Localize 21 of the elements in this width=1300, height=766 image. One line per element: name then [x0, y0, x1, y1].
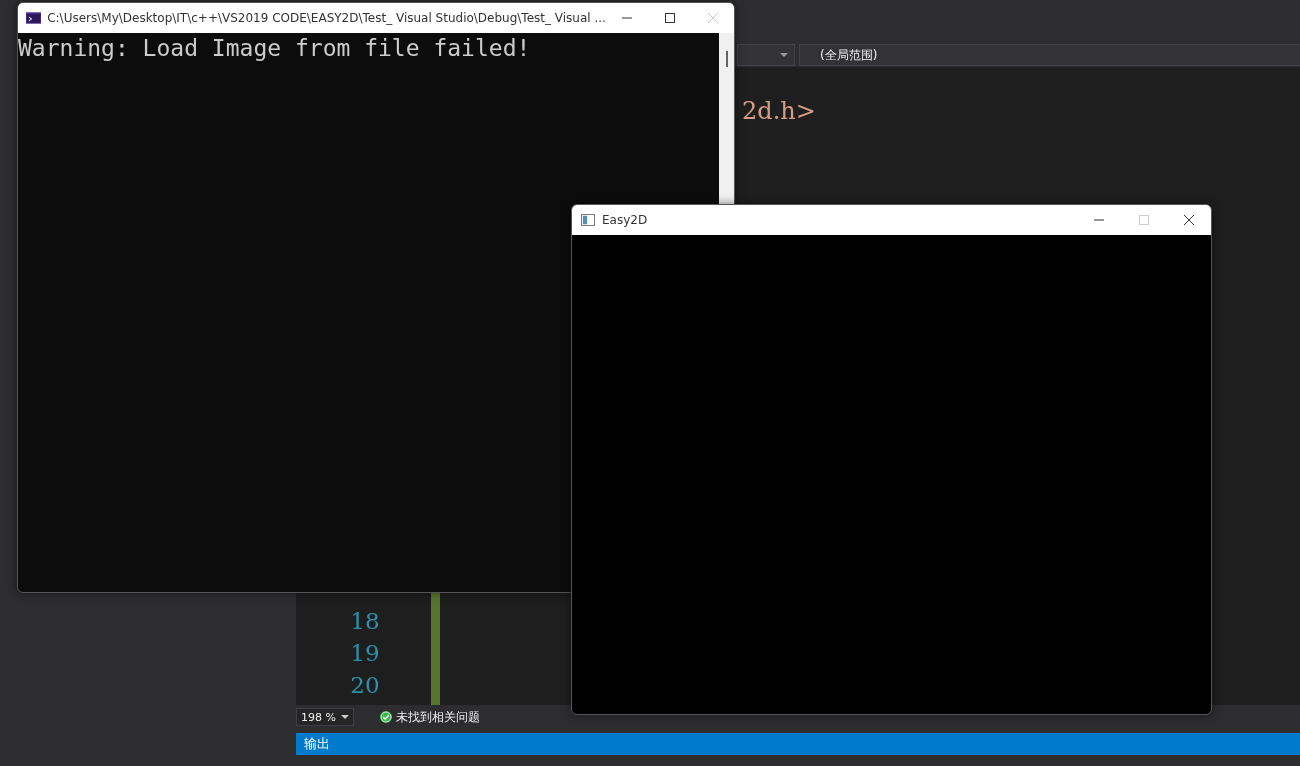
- dropdown[interactable]: [737, 44, 795, 66]
- zoom-dropdown[interactable]: 198 %: [296, 708, 354, 726]
- console-icon: [26, 12, 42, 24]
- check-icon: [380, 711, 392, 723]
- maximize-icon: [664, 13, 675, 23]
- panel-title: 输出: [304, 735, 330, 753]
- caret-icon: [780, 53, 788, 57]
- close-icon: [707, 13, 718, 23]
- code-line: 2d.h>: [742, 97, 816, 125]
- caret-icon: [341, 715, 349, 719]
- scope-dropdown[interactable]: (全局范围): [799, 44, 1300, 66]
- window-icon: [580, 214, 596, 226]
- maximize-icon: [1138, 215, 1149, 225]
- console-output: Warning: Load Image from file failed!: [18, 34, 531, 63]
- window-title: C:\Users\My\Desktop\IT\c++\VS2019 CODE\EASY2D\Test_ Visual Studio\Debug\Test_ Visual ...: [47, 11, 606, 25]
- issues-status: 未找到相关问题: [396, 708, 480, 726]
- window-title: Easy2D: [602, 213, 649, 227]
- close-icon: [1183, 215, 1194, 225]
- line-number: 20: [349, 671, 381, 700]
- line-number: 19: [349, 639, 381, 668]
- line-number: 18: [349, 607, 381, 636]
